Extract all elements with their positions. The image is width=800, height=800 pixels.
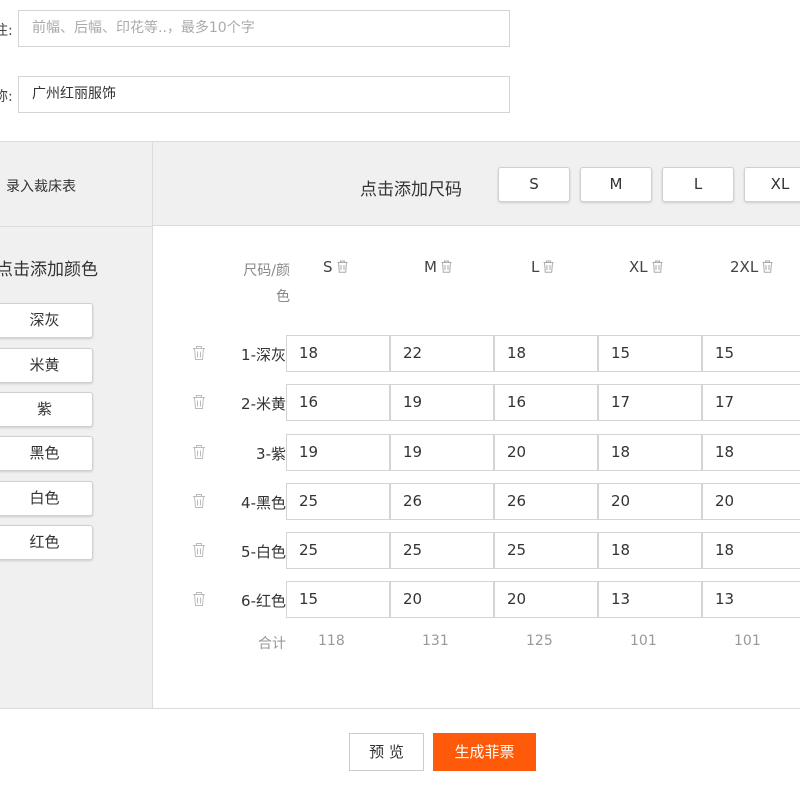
quantity-cell[interactable]: 20 [494,434,598,471]
column-header-label: L [531,258,540,276]
column-header-s: S [323,258,348,276]
quantity-cell[interactable]: 16 [286,384,390,421]
quantity-cell[interactable]: 16 [494,384,598,421]
column-header-xl: XL [629,258,663,276]
quantity-cell[interactable]: 18 [702,434,800,471]
divider [0,226,153,227]
quantity-cell[interactable]: 19 [390,434,494,471]
quantity-cell[interactable]: 25 [286,532,390,569]
quantity-cell[interactable]: 22 [390,335,494,372]
quantity-cell[interactable]: 26 [494,483,598,520]
total-value: 101 [630,633,657,649]
column-header-l: L [531,258,554,276]
row-trash-icon[interactable] [192,542,206,558]
column-header-label: M [424,258,437,276]
size-button-xl[interactable]: XL [744,167,800,202]
cut-table-label: 录入裁床表 [6,179,76,195]
quantity-cell[interactable]: 26 [390,483,494,520]
quantity-cell[interactable]: 20 [598,483,702,520]
quantity-cell[interactable]: 19 [390,384,494,421]
row-trash-icon[interactable] [192,345,206,361]
quantity-cell[interactable]: 18 [494,335,598,372]
color-button-white[interactable]: 白色 [0,481,93,516]
quantity-cell[interactable]: 15 [286,581,390,618]
row-trash-icon[interactable] [192,444,206,460]
trash-icon[interactable] [652,260,663,273]
total-value: 131 [422,633,449,649]
row-label: 3-紫 [256,445,286,463]
field2-label: 称: [0,89,13,105]
corner-header-line1: 尺码/颜 [243,263,290,279]
total-label: 合计 [258,636,286,652]
quantity-cell[interactable]: 15 [598,335,702,372]
quantity-cell[interactable]: 18 [598,434,702,471]
quantity-cell[interactable]: 25 [494,532,598,569]
column-header-label: XL [629,258,648,276]
row-label: 2-米黄 [241,395,286,413]
quantity-cell[interactable]: 20 [702,483,800,520]
row-label: 5-白色 [241,543,286,561]
row-label: 4-黑色 [241,494,286,512]
total-value: 101 [734,633,761,649]
quantity-cell[interactable]: 18 [286,335,390,372]
quantity-cell[interactable]: 18 [598,532,702,569]
quantity-cell[interactable]: 13 [702,581,800,618]
quantity-cell[interactable]: 25 [390,532,494,569]
column-header-m: M [424,258,452,276]
quantity-cell[interactable]: 13 [598,581,702,618]
row-label: 6-红色 [241,592,286,610]
cut-table-panel: 录入裁床表 点击添加尺码 S M L XL 点击添加颜色 深灰 米黄 紫 黑色 … [0,141,800,709]
total-value: 118 [318,633,345,649]
row-trash-icon[interactable] [192,394,206,410]
column-header-2xl: 2XL [730,258,773,276]
trash-icon[interactable] [762,260,773,273]
row-trash-icon[interactable] [192,591,206,607]
quantity-cell[interactable]: 17 [702,384,800,421]
add-color-label: 点击添加颜色 [0,260,98,280]
color-button-red[interactable]: 红色 [0,525,93,560]
table-corner-header: 尺码/颜 色 [224,258,290,310]
row-trash-icon[interactable] [192,493,206,509]
corner-header-line2: 色 [276,289,290,305]
trash-icon[interactable] [543,260,554,273]
generate-tickets-button[interactable]: 生成菲票 [433,733,536,771]
quantity-cell[interactable]: 18 [702,532,800,569]
size-button-s[interactable]: S [498,167,570,202]
size-button-l[interactable]: L [662,167,734,202]
column-header-label: 2XL [730,258,759,276]
add-size-label: 点击添加尺码 [360,180,462,200]
field1-label: 注: [0,23,13,39]
column-header-label: S [323,258,333,276]
factory-name-input[interactable]: 广州红丽服饰 [18,76,510,113]
row-label: 1-深灰 [241,346,286,364]
quantity-cell[interactable]: 19 [286,434,390,471]
size-button-m[interactable]: M [580,167,652,202]
color-button-purple[interactable]: 紫 [0,392,93,427]
quantity-cell[interactable]: 20 [390,581,494,618]
quantity-cell[interactable]: 17 [598,384,702,421]
color-button-dark-grey[interactable]: 深灰 [0,303,93,338]
part-name-input[interactable]: 前幅、后幅、印花等..，最多10个字 [18,10,510,47]
color-button-black[interactable]: 黑色 [0,436,93,471]
quantity-cell[interactable]: 15 [702,335,800,372]
trash-icon[interactable] [337,260,348,273]
quantity-cell[interactable]: 20 [494,581,598,618]
quantity-cell[interactable]: 25 [286,483,390,520]
preview-button[interactable]: 预 览 [349,733,424,771]
trash-icon[interactable] [441,260,452,273]
total-value: 125 [526,633,553,649]
color-button-beige[interactable]: 米黄 [0,348,93,383]
